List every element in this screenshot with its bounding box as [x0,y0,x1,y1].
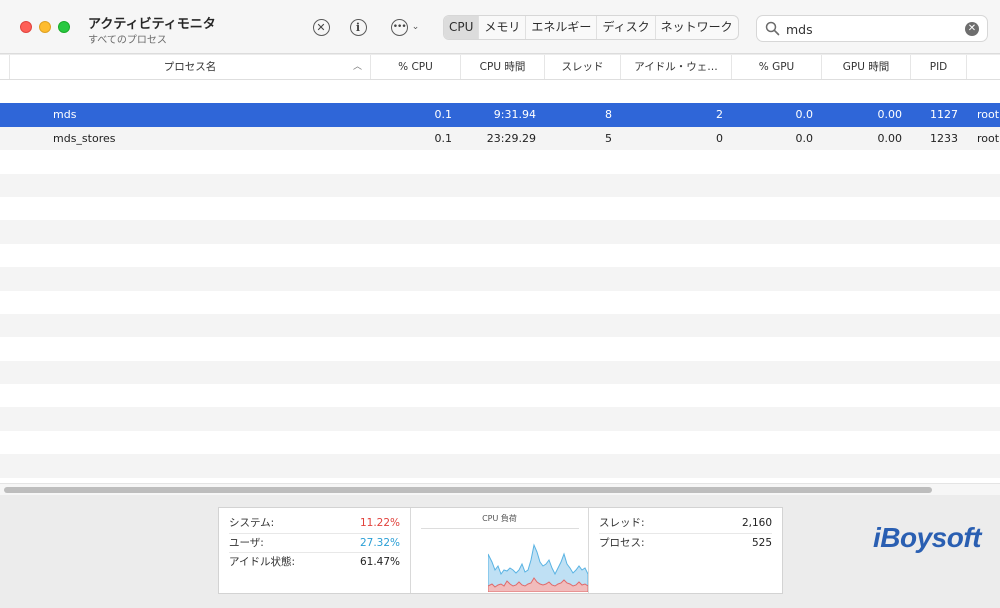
search-icon [765,21,780,36]
stat-threads: スレッド: 2,160 [599,514,772,534]
search-input[interactable] [786,20,956,38]
empty-row [0,384,1000,407]
clear-search-icon[interactable]: ✕ [965,22,979,36]
cell-threads: 5 [605,131,612,145]
empty-row [0,244,1000,267]
empty-row [0,291,1000,314]
cell-pid: 1127 [930,108,958,122]
empty-row [0,360,1000,385]
tab-memory[interactable]: メモリ [479,16,527,39]
column-header-gpu[interactable]: % GPU [732,55,822,79]
stat-user: ユーザ: 27.32% [229,534,400,553]
table-body: mds 0.1 9:31.94 8 2 0.0 0.00 1127 root m… [0,80,1000,478]
table-header: プロセス名 ︿ % CPU CPU 時間 スレッド アイドル・ウェ… % GPU… [0,55,1000,80]
zoom-window-button[interactable] [58,21,70,33]
stat-idle: アイドル状態: 61.47% [229,556,400,568]
close-window-button[interactable] [20,21,32,33]
empty-row [0,267,1000,291]
info-circle-icon: i [349,18,367,36]
sort-ascending-icon: ︿ [352,62,362,72]
column-header-cpu-time[interactable]: CPU 時間 [461,55,545,79]
ellipsis-circle-icon: ••• [390,18,408,36]
column-header-idle-wake[interactable]: アイドル・ウェ… [621,55,732,79]
cpu-load-sparkline [488,543,588,592]
cpu-stats-panel: システム: 11.22% ユーザ: 27.32% アイドル状態: 61.47% … [218,507,783,594]
header-spacer [0,55,10,79]
watermark-logo: iBoysoft [873,522,982,553]
toolbar: アクティビティモニタ すべてのプロセス ✕ i ••• ⌄ CPU メモリ エネ… [0,0,1000,54]
cell-idle-wake: 2 [716,108,723,122]
table-row[interactable]: mds_stores 0.1 23:29.29 5 0 0.0 0.00 123… [0,126,1000,151]
table-row[interactable]: mds 0.1 9:31.94 8 2 0.0 0.00 1127 root [0,103,1000,127]
window-subtitle: すべてのプロセス [88,35,167,46]
cell-gpu: 0.0 [795,131,814,145]
stat-processes: プロセス: 525 [599,536,772,549]
stop-process-button[interactable]: ✕ [310,17,332,37]
cell-cpu: 0.1 [434,108,453,122]
cell-idle-wake: 0 [716,131,723,145]
column-header-gpu-time[interactable]: GPU 時間 [822,55,911,79]
minimize-window-button[interactable] [39,21,51,33]
cpu-load-title: CPU 負荷 [482,514,517,523]
chevron-down-icon: ⌄ [411,22,420,32]
cell-process-name: mds [53,108,77,122]
column-header-process-name[interactable]: プロセス名 ︿ [10,55,371,79]
cell-cpu-time: 9:31.94 [493,108,536,122]
blank-row [0,80,1000,103]
cell-cpu-time: 23:29.29 [486,131,536,145]
tab-disk[interactable]: ディスク [597,16,656,39]
search-field[interactable]: ✕ [756,15,988,42]
cell-cpu: 0.1 [434,131,453,145]
empty-row [0,173,1000,197]
x-circle-icon: ✕ [312,18,330,36]
empty-row [0,313,1000,338]
empty-row [0,220,1000,244]
empty-row [0,337,1000,360]
cell-gpu-time: 0.00 [877,131,903,145]
stat-system: システム: 11.22% [229,514,400,534]
cell-user: root [977,108,1000,122]
tab-network[interactable]: ネットワーク [656,16,738,39]
view-segmented-control: CPU メモリ エネルギー ディスク ネットワーク [443,15,739,40]
empty-row [0,454,1000,478]
empty-row [0,431,1000,454]
process-counts: スレッド: 2,160 プロセス: 525 [589,508,782,593]
process-table: プロセス名 ︿ % CPU CPU 時間 スレッド アイドル・ウェ… % GPU… [0,55,1000,483]
column-header-user[interactable] [967,55,1000,79]
scrollbar-thumb[interactable] [4,487,932,493]
cpu-load-graph: CPU 負荷 [411,508,589,593]
tab-energy[interactable]: エネルギー [526,16,598,39]
window-title: アクティビティモニタ [88,17,216,32]
cell-gpu: 0.0 [795,108,814,122]
cell-user: root [977,131,1000,145]
cpu-usage-breakdown: システム: 11.22% ユーザ: 27.32% アイドル状態: 61.47% [219,508,411,593]
tab-cpu[interactable]: CPU [444,16,480,39]
column-header-pid[interactable]: PID [911,55,967,79]
empty-row [0,197,1000,220]
horizontal-scrollbar[interactable] [0,483,1000,495]
empty-row [0,150,1000,173]
chart-divider [421,528,579,529]
cell-pid: 1233 [930,131,958,145]
cell-threads: 8 [605,108,612,122]
column-header-cpu[interactable]: % CPU [371,55,461,79]
cell-process-name: mds_stores [53,131,116,145]
more-actions-button[interactable]: ••• ⌄ [386,17,424,37]
inspect-process-button[interactable]: i [347,17,369,37]
column-header-threads[interactable]: スレッド [545,55,621,79]
cell-gpu-time: 0.00 [877,108,903,122]
empty-row [0,407,1000,431]
